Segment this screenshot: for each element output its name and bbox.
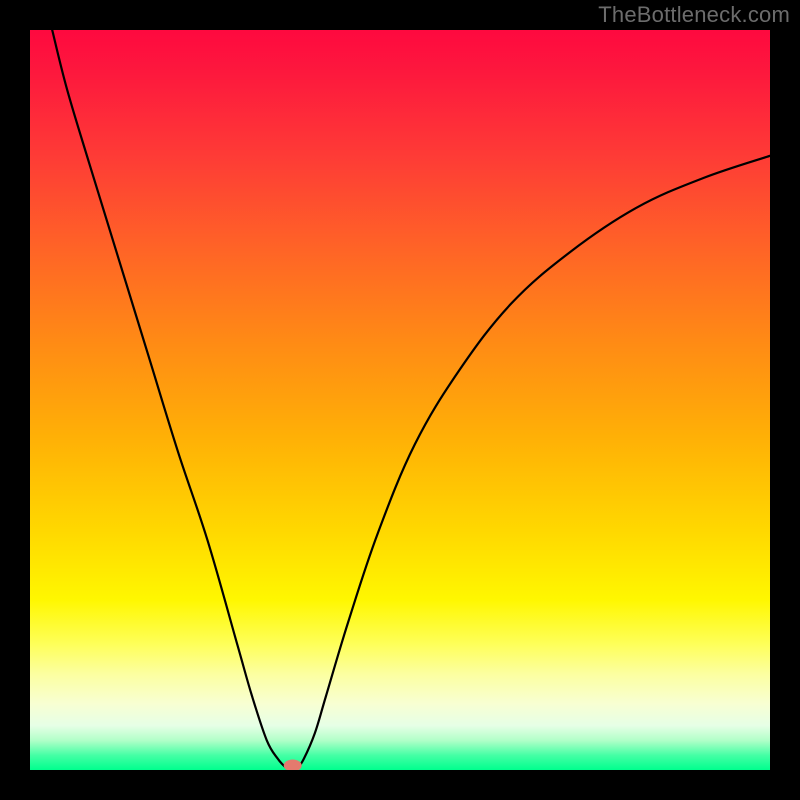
chart-frame: TheBottleneck.com [0, 0, 800, 800]
curve-right [296, 156, 770, 770]
curve-svg [30, 30, 770, 770]
curve-left [52, 30, 289, 770]
watermark-text: TheBottleneck.com [598, 2, 790, 28]
plot-area [30, 30, 770, 770]
minimum-marker [284, 760, 302, 770]
